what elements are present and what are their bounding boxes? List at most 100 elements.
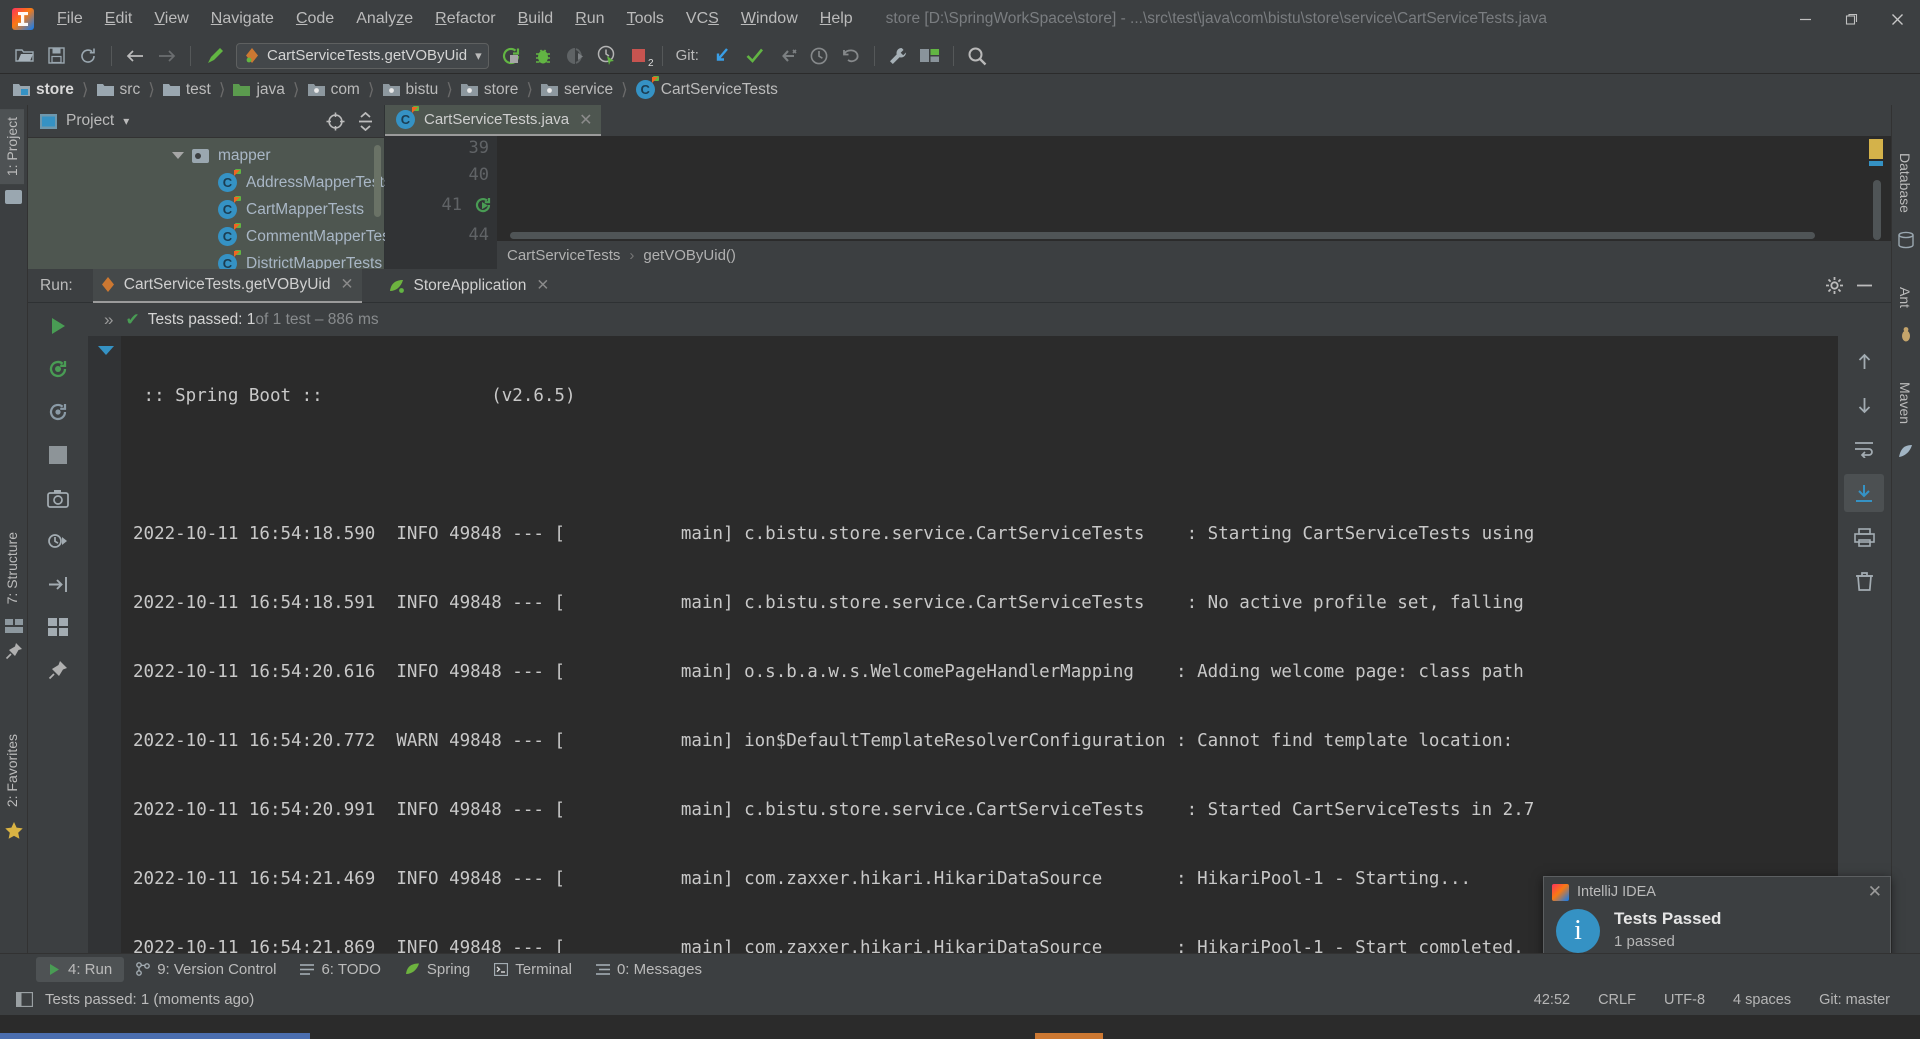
breadcrumb-store[interactable]: store [10,78,77,102]
menu-vcs[interactable]: VCS [675,0,730,38]
editor-horizontal-scrollbar[interactable] [510,232,1815,239]
sidebar-item-maven[interactable]: Maven [1892,374,1918,432]
open-project-icon[interactable] [9,42,39,70]
menu-code[interactable]: Code [285,0,345,38]
bottom-item-messages[interactable]: 0: Messages [584,957,714,982]
save-all-icon[interactable] [41,42,71,70]
menu-navigate[interactable]: Navigate [200,0,285,38]
gear-icon[interactable] [1819,272,1849,300]
breadcrumb[interactable]: store ⟩ src ⟩ test ⟩ java ⟩ com ⟩ bistu … [0,74,1920,105]
editor-breadcrumb-class[interactable]: CartServiceTests [507,247,620,264]
pin-icon[interactable] [5,642,23,660]
project-tool-window[interactable]: Project ▾ mapper C AddressMapperTests C … [28,105,402,273]
breadcrumb-test[interactable]: test [160,78,214,102]
git-push-icon[interactable] [772,42,802,70]
file-encoding[interactable]: UTF-8 [1650,992,1719,1008]
editor-breadcrumb-method[interactable]: getVOByUid() [643,247,736,264]
hide-window-icon[interactable] [1849,272,1879,300]
run-action-sidebar[interactable] [28,303,88,984]
scroll-down-icon[interactable] [1844,386,1884,424]
sidebar-item-project[interactable]: 1: Project [0,109,24,185]
project-tree[interactable]: mapper C AddressMapperTests C CartMapper… [28,138,402,277]
rerun-button[interactable] [35,306,81,346]
sync-refresh-icon[interactable] [73,42,103,70]
status-bar[interactable]: Tests passed: 1 (moments ago) 42:52 CRLF… [0,984,1920,1015]
scroll-to-end-icon[interactable] [1844,474,1884,512]
toggle-auto-test-button[interactable] [35,392,81,432]
collapse-all-icon[interactable] [350,107,380,135]
menu-analyze[interactable]: Analyze [345,0,424,38]
import-tests-button[interactable] [35,564,81,604]
menu-build[interactable]: Build [507,0,565,38]
maximize-button[interactable] [1828,0,1874,38]
breadcrumb-src[interactable]: src [94,78,144,102]
minimize-button[interactable] [1782,0,1828,38]
menu-edit[interactable]: Edit [94,0,144,38]
project-scrollbar[interactable] [374,145,381,217]
git-history-icon[interactable] [804,42,834,70]
editor-tab-cartservicetests[interactable]: C CartServiceTests.java ✕ [385,105,602,136]
menu-help[interactable]: Help [809,0,864,38]
sidebar-item-favorites[interactable]: 2: Favorites [0,726,24,815]
run-tab-storeapplication[interactable]: StoreApplication ✕ [380,269,558,303]
git-revert-icon[interactable] [836,42,866,70]
editor-breadcrumb-bar[interactable]: CartServiceTests › getVOByUid() [497,241,1891,269]
sidebar-item-ant[interactable]: Ant [1892,279,1918,316]
main-toolbar[interactable]: CartServiceTests.getVOByUid ▾ 2 Git: [0,38,1920,74]
tree-node-cart-mapper-tests[interactable]: C CartMapperTests [28,196,384,223]
sidebar-item-structure[interactable]: 7: Structure [0,524,24,612]
editor-gutter[interactable]: 39 40 41 44 [385,136,497,269]
run-tab-bar[interactable]: Run: CartServiceTests.getVOByUid ✕ Store… [28,268,1891,303]
project-panel-actions[interactable] [320,107,384,135]
breadcrumb-bistu[interactable]: bistu [380,78,442,102]
bottom-item-terminal[interactable]: Terminal [482,957,584,982]
status-bar-right[interactable]: 42:52 CRLF UTF-8 4 spaces Git: master [1520,992,1920,1008]
build-hammer-icon[interactable] [199,42,229,70]
run-tab-cartservicetests[interactable]: CartServiceTests.getVOByUid ✕ [92,268,362,303]
chevron-down-icon[interactable]: ▾ [123,114,129,128]
bottom-item-run[interactable]: 4: Run [36,956,125,982]
expand-chevron-icon[interactable]: » [104,310,113,330]
print-icon[interactable] [1844,518,1884,556]
bottom-item-todo[interactable]: 6: TODO [288,957,392,982]
editor-area[interactable]: C CartServiceTests.java ✕ 39 40 41 44 @T… [385,105,1891,269]
git-branch[interactable]: Git: master [1805,992,1904,1008]
close-icon[interactable]: ✕ [536,276,549,295]
tree-node-comment-mapper-tests[interactable]: C CommentMapperTests [28,223,402,250]
soft-wrap-icon[interactable] [1844,430,1884,468]
stop-process-button[interactable] [35,435,81,475]
editor-vertical-scrollbar[interactable] [1873,180,1881,240]
close-icon[interactable]: ✕ [341,275,354,294]
editor-tabs[interactable]: C CartServiceTests.java ✕ [385,105,1891,136]
debug-button-icon[interactable] [528,42,558,70]
close-icon[interactable]: ✕ [1868,882,1882,902]
main-menu[interactable]: FFileile Edit View Navigate Code Analyze… [46,0,864,38]
back-arrow-icon[interactable] [120,42,150,70]
menu-view[interactable]: View [143,0,199,38]
chevron-down-icon[interactable]: ▾ [475,48,482,64]
pin-tab-button[interactable] [35,650,81,690]
bottom-item-version-control[interactable]: 9: Version Control [124,957,288,982]
menu-refactor[interactable]: Refactor [424,0,506,38]
export-screenshot-button[interactable] [35,478,81,518]
right-tool-stripe[interactable]: Database Ant Maven [1891,105,1920,984]
tree-node-mapper[interactable]: mapper [28,142,384,169]
scroll-up-icon[interactable] [1844,342,1884,380]
test-history-button[interactable] [35,521,81,561]
menu-file[interactable]: FFileile [46,0,94,38]
settings-wrench-icon[interactable] [883,42,913,70]
window-controls[interactable] [1782,0,1920,38]
menu-window[interactable]: Window [730,0,809,38]
git-commit-icon[interactable] [740,42,770,70]
run-configuration-selector[interactable]: CartServiceTests.getVOByUid ▾ [236,42,489,69]
bottom-tool-stripe[interactable]: 4: Run 9: Version Control 6: TODO Spring… [0,953,1920,984]
profiler-icon[interactable] [592,42,622,70]
line-separator[interactable]: CRLF [1584,992,1650,1008]
breadcrumb-store-pkg[interactable]: store [458,78,521,102]
layout-settings-button[interactable] [35,607,81,647]
clear-all-trash-icon[interactable] [1844,562,1884,600]
git-update-icon[interactable] [708,42,738,70]
search-icon[interactable] [962,42,992,70]
breadcrumb-java[interactable]: java [230,78,287,102]
run-button-icon[interactable] [496,42,526,70]
